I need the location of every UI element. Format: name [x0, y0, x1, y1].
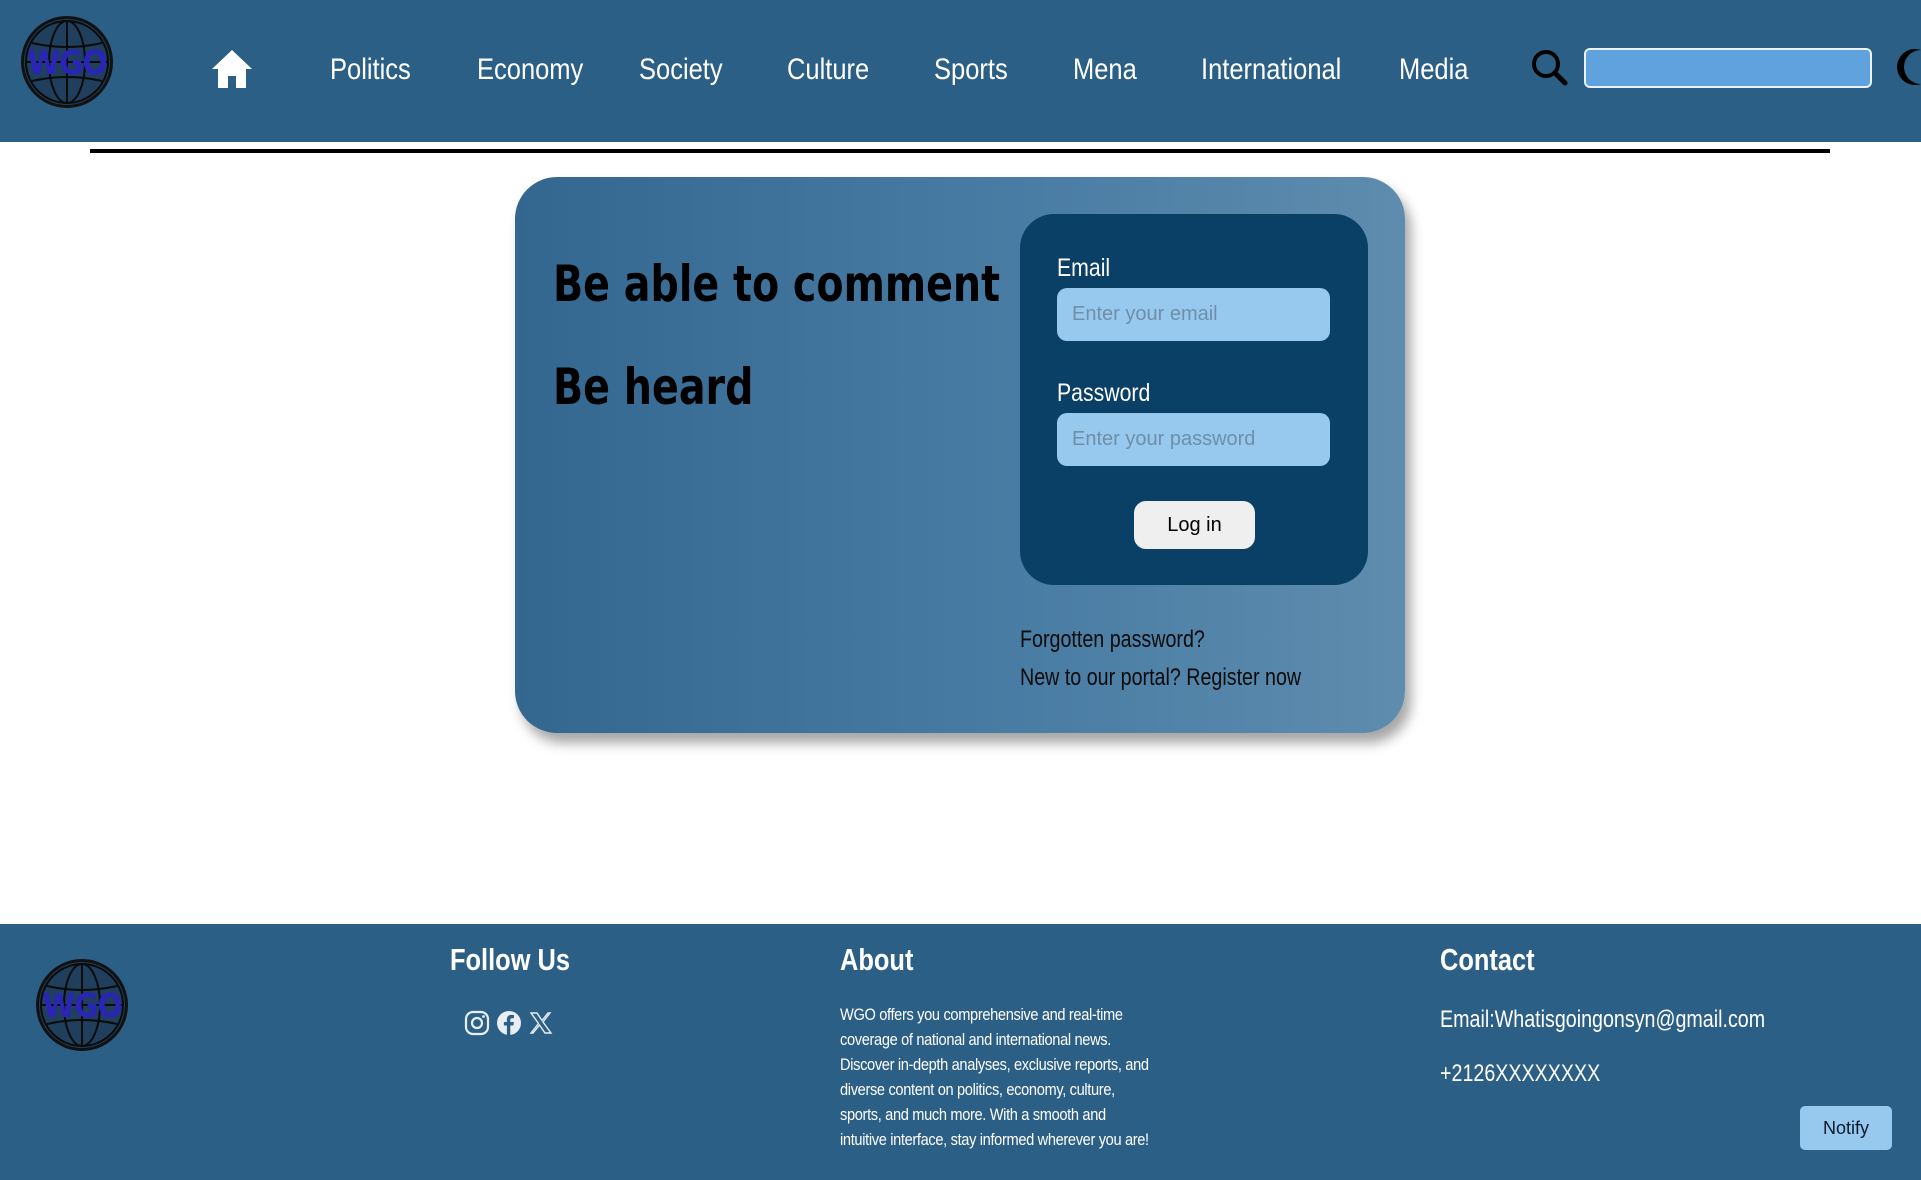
about-heading: About	[840, 942, 914, 977]
home-icon[interactable]	[210, 48, 254, 90]
headline-heard: Be heard	[553, 358, 754, 416]
logo-text: WGO	[27, 42, 107, 82]
password-field[interactable]	[1057, 413, 1330, 466]
nav-media[interactable]: Media	[1399, 48, 1468, 92]
headline-comment: Be able to comment	[553, 255, 1001, 313]
facebook-icon[interactable]	[496, 1010, 522, 1036]
moon-icon[interactable]	[1885, 46, 1921, 88]
site-footer: WGO Follow Us About WGO offers you compr…	[0, 924, 1921, 1180]
login-button[interactable]: Log in	[1134, 501, 1255, 549]
footer-logo-text: WGO	[42, 985, 122, 1025]
nav-sports[interactable]: Sports	[934, 48, 1008, 92]
nav-mena[interactable]: Mena	[1073, 48, 1137, 92]
notify-button[interactable]: Notify	[1800, 1106, 1892, 1150]
forgot-password-link[interactable]: Forgotten password?	[1020, 626, 1205, 654]
search-input[interactable]	[1584, 48, 1872, 88]
site-header: WGO Politics Economy Society Culture Spo…	[0, 0, 1921, 142]
nav-economy[interactable]: Economy	[477, 48, 583, 92]
search-icon[interactable]	[1530, 48, 1568, 86]
x-icon[interactable]	[528, 1010, 554, 1036]
header-divider	[90, 149, 1830, 153]
about-text: WGO offers you comprehensive and real-ti…	[840, 1005, 1149, 1149]
contact-phone: +2126XXXXXXXX	[1440, 1060, 1601, 1087]
footer-logo[interactable]: WGO	[36, 959, 128, 1051]
follow-heading: Follow Us	[450, 942, 571, 977]
logo[interactable]: WGO	[21, 16, 113, 108]
password-label: Password	[1057, 379, 1151, 407]
instagram-icon[interactable]	[464, 1010, 490, 1036]
login-card: Be able to comment Be heard Email Passwo…	[515, 177, 1405, 733]
contact-heading: Contact	[1440, 942, 1535, 977]
nav-politics[interactable]: Politics	[330, 48, 411, 92]
nav-culture[interactable]: Culture	[787, 48, 869, 92]
nav-society[interactable]: Society	[639, 48, 723, 92]
email-field[interactable]	[1057, 288, 1330, 341]
email-label: Email	[1057, 254, 1111, 282]
login-form: Email Password Log in	[1020, 214, 1368, 585]
contact-email[interactable]: Email:Whatisgoingonsyn@gmail.com	[1440, 1006, 1765, 1034]
register-link[interactable]: New to our portal? Register now	[1020, 664, 1301, 692]
nav-international[interactable]: International	[1201, 48, 1341, 92]
